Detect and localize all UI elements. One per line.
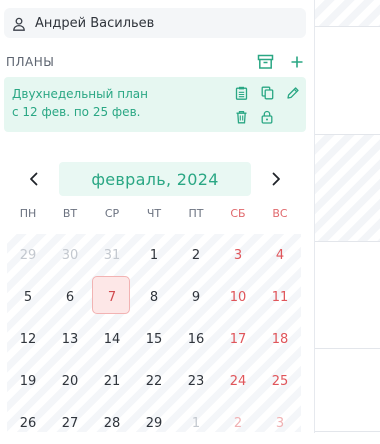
calendar-day[interactable]: 17	[217, 318, 259, 360]
calendar-day[interactable]: 1	[175, 402, 217, 444]
calendar-day[interactable]: 5	[7, 276, 49, 318]
calendar-day[interactable]: 26	[7, 402, 49, 444]
plans-actions	[256, 53, 306, 71]
user-name: Андрей Васильев	[35, 15, 155, 31]
calendar-day[interactable]: 27	[49, 402, 91, 444]
planner-sidebar: Андрей Васильев ПЛАНЫ Двухнедельный план…	[0, 0, 314, 433]
calendar-day[interactable]: 9	[175, 276, 217, 318]
background-hatch	[315, 135, 380, 241]
calendar-day-number: 7	[107, 289, 117, 305]
calendar-day-today[interactable]: 7	[91, 276, 133, 318]
calendar-day[interactable]: 31	[91, 234, 133, 276]
calendar-day[interactable]: 29	[7, 234, 49, 276]
trash-icon[interactable]	[232, 108, 250, 126]
calendar-day[interactable]: 1	[133, 234, 175, 276]
plus-icon[interactable]	[288, 53, 306, 71]
calendar-week: 29 30 31 1 2 3 4	[7, 234, 301, 276]
calendar-day[interactable]: 18	[259, 318, 301, 360]
calendar-day[interactable]: 14	[91, 318, 133, 360]
weekday-label: ЧТ	[146, 207, 162, 220]
weekday-label: ПТ	[188, 207, 204, 220]
clipboard-icon[interactable]	[232, 84, 250, 102]
calendar-day[interactable]: 24	[217, 360, 259, 402]
background-area	[314, 0, 380, 433]
plans-header: ПЛАНЫ	[6, 52, 306, 72]
month-selector[interactable]: февраль, 2024	[59, 162, 251, 196]
calendar-day[interactable]: 13	[49, 318, 91, 360]
plan-dates: с 12 фев. по 25 фев.	[12, 105, 141, 119]
weekday-label: СР	[104, 207, 120, 220]
calendar-day[interactable]: 21	[91, 360, 133, 402]
calendar-day[interactable]: 8	[133, 276, 175, 318]
calendar-day[interactable]: 16	[175, 318, 217, 360]
calendar-day[interactable]: 15	[133, 318, 175, 360]
plan-name: Двухнедельный план	[12, 87, 148, 101]
weekday-label: ПН	[19, 207, 37, 220]
plan-card[interactable]: Двухнедельный план с 12 фев. по 25 фев.	[4, 77, 306, 132]
calendar-day[interactable]: 11	[259, 276, 301, 318]
background-divider	[315, 26, 380, 27]
user-icon	[12, 16, 26, 31]
calendar-day[interactable]: 30	[49, 234, 91, 276]
calendar-week: 19 20 21 22 23 24 25	[7, 360, 301, 402]
calendar-week: 12 13 14 15 16 17 18	[7, 318, 301, 360]
weekday-label: СБ	[230, 207, 246, 220]
plan-actions	[232, 84, 302, 132]
copy-icon[interactable]	[258, 84, 276, 102]
calendar-day[interactable]: 6	[49, 276, 91, 318]
background-hatch	[315, 0, 380, 26]
calendar-day[interactable]: 29	[133, 402, 175, 444]
chevron-left-icon[interactable]	[24, 169, 44, 193]
calendar-header: февраль, 2024	[4, 162, 306, 196]
calendar-day[interactable]: 12	[7, 318, 49, 360]
calendar-day[interactable]: 19	[7, 360, 49, 402]
calendar-day[interactable]: 10	[217, 276, 259, 318]
background-divider	[315, 348, 380, 349]
calendar-day[interactable]: 3	[259, 402, 301, 444]
calendar-day[interactable]: 20	[49, 360, 91, 402]
calendar-day[interactable]: 22	[133, 360, 175, 402]
calendar-day[interactable]: 23	[175, 360, 217, 402]
edit-icon[interactable]	[284, 84, 302, 102]
background-divider	[315, 431, 380, 432]
background-divider	[315, 241, 380, 242]
user-profile[interactable]: Андрей Васильев	[4, 8, 306, 38]
weekday-label: ВТ	[62, 207, 78, 220]
calendar-grid: 29 30 31 1 2 3 4 5 6 7 8 9 10 11 12 13 1…	[7, 234, 301, 432]
calendar-day[interactable]: 4	[259, 234, 301, 276]
calendar-day[interactable]: 25	[259, 360, 301, 402]
archive-icon[interactable]	[256, 53, 274, 71]
calendar-week: 5 6 7 8 9 10 11	[7, 276, 301, 318]
weekday-header: ПН ВТ СР ЧТ ПТ СБ ВС	[7, 207, 301, 223]
calendar-week: 26 27 28 29 1 2 3	[7, 402, 301, 432]
plans-title: ПЛАНЫ	[6, 55, 55, 69]
calendar-day[interactable]: 28	[91, 402, 133, 444]
calendar-day[interactable]: 2	[217, 402, 259, 444]
weekday-label: ВС	[272, 207, 288, 220]
calendar-day[interactable]: 2	[175, 234, 217, 276]
chevron-right-icon[interactable]	[266, 169, 286, 193]
lock-icon[interactable]	[258, 108, 276, 126]
calendar-day[interactable]: 3	[217, 234, 259, 276]
